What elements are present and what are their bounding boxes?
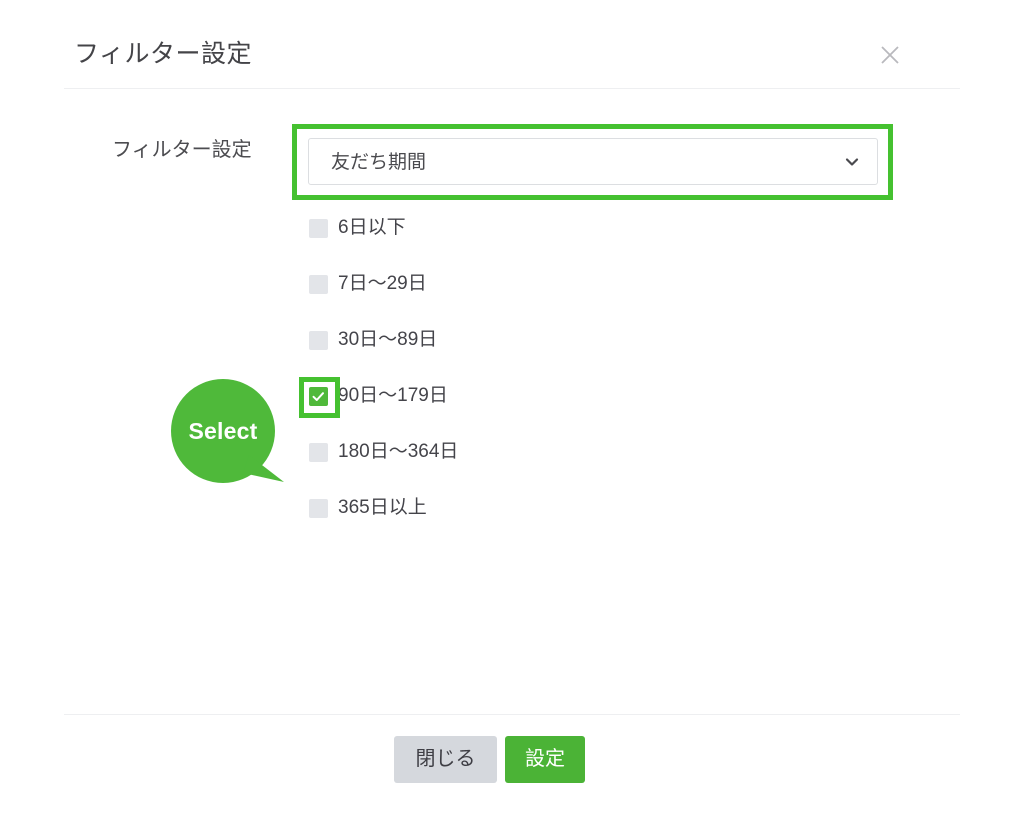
filter-option-checkbox[interactable] (309, 275, 328, 294)
filter-option-label: 365日以上 (338, 497, 427, 518)
filter-option-row[interactable]: 6日以下 (0, 208, 1024, 264)
filter-option-label: 90日〜179日 (338, 385, 448, 406)
filter-label: フィルター設定 (112, 139, 252, 161)
filter-option-checkbox[interactable] (309, 331, 328, 350)
filter-option-checkbox[interactable] (309, 443, 328, 462)
check-icon (312, 390, 325, 408)
filter-option-row[interactable]: 90日〜179日 (0, 376, 1024, 432)
close-button[interactable]: 閉じる (394, 736, 497, 783)
filter-settings-dialog: フィルター設定 フィルター設定 友だち期間 6日以下 7日〜29日 30日〜89日 (0, 0, 1024, 816)
dialog-body: フィルター設定 友だち期間 6日以下 7日〜29日 30日〜89日 90日〜179日 1… (0, 88, 1024, 714)
filter-type-select-value: 友だち期間 (331, 152, 427, 173)
filter-option-row[interactable]: 180日〜364日 (0, 432, 1024, 488)
filter-option-checkbox[interactable] (309, 387, 328, 406)
filter-type-select[interactable]: 友だち期間 (308, 138, 878, 185)
filter-option-label: 180日〜364日 (338, 441, 459, 462)
close-icon[interactable] (872, 37, 908, 73)
filter-option-list: 6日以下 7日〜29日 30日〜89日 90日〜179日 180日〜364日 365日以上 (0, 208, 1024, 544)
apply-settings-button[interactable]: 設定 (505, 736, 585, 783)
filter-option-checkbox[interactable] (309, 499, 328, 518)
filter-option-row[interactable]: 7日〜29日 (0, 264, 1024, 320)
filter-option-row[interactable]: 30日〜89日 (0, 320, 1024, 376)
chevron-down-icon (843, 153, 861, 171)
filter-option-row[interactable]: 365日以上 (0, 488, 1024, 544)
dialog-header: フィルター設定 (0, 0, 1024, 88)
filter-select-row: フィルター設定 友だち期間 (0, 88, 1024, 208)
dialog-footer: 閉じる 設定 (0, 714, 1024, 816)
page-title: フィルター設定 (74, 40, 253, 68)
filter-option-label: 30日〜89日 (338, 329, 438, 350)
filter-option-label: 6日以下 (338, 217, 406, 238)
filter-option-label: 7日〜29日 (338, 273, 427, 294)
filter-option-checkbox[interactable] (309, 219, 328, 238)
